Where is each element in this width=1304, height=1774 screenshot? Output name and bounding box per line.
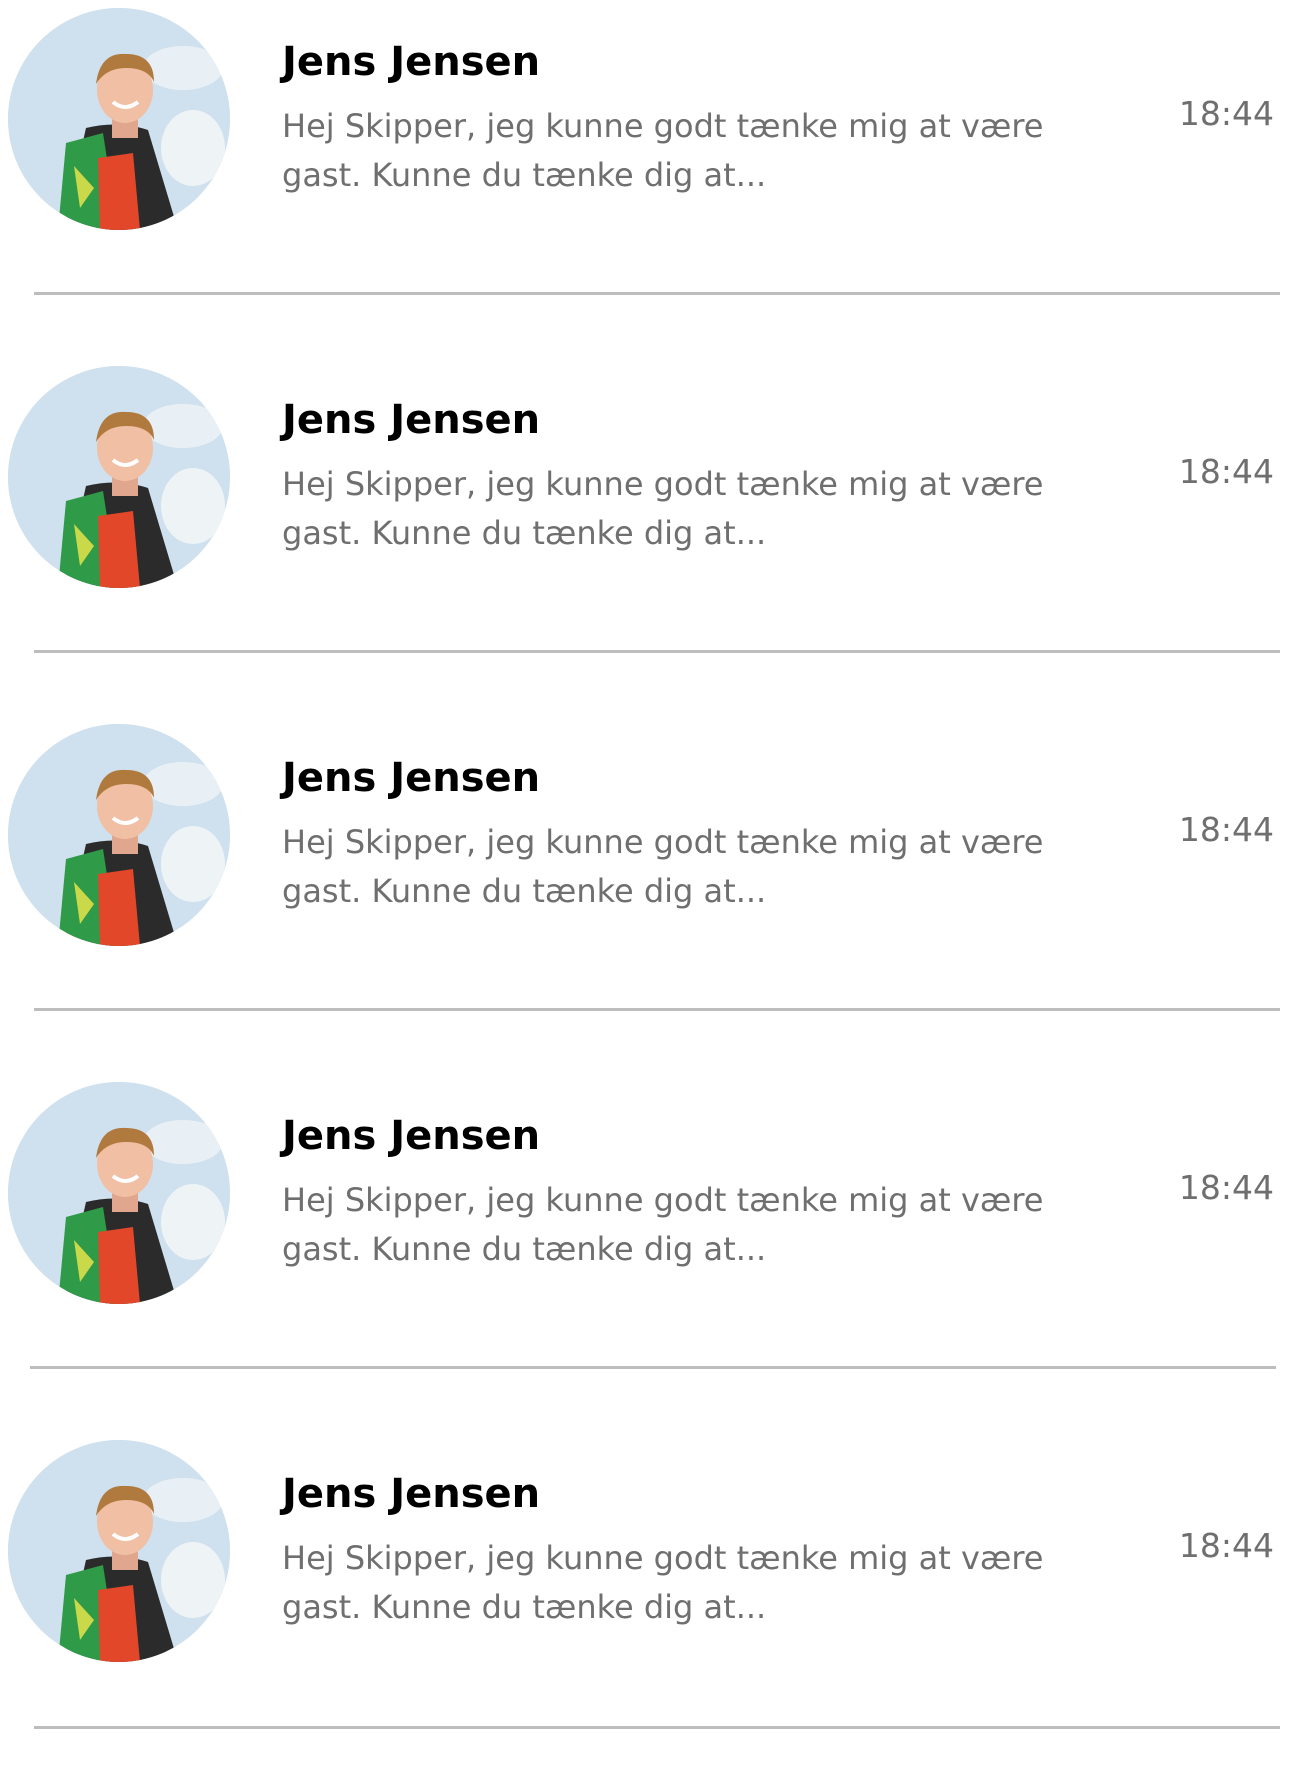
conversation-list: Jens Jensen Hej Skipper, jeg kunne godt …: [0, 0, 1304, 1774]
message-preview: Hej Skipper, jeg kunne godt tænke mig at…: [282, 1539, 1044, 1626]
divider: [34, 650, 1280, 653]
contact-name: Jens Jensen: [282, 397, 541, 443]
avatar: [8, 366, 230, 588]
message-preview: Hej Skipper, jeg kunne godt tænke mig at…: [282, 465, 1044, 552]
contact-name: Jens Jensen: [282, 1471, 541, 1517]
conversation-row[interactable]: Jens Jensen Hej Skipper, jeg kunne godt …: [0, 1432, 1304, 1752]
user-photo-avatar-icon: [8, 1082, 230, 1304]
message-preview: Hej Skipper, jeg kunne godt tænke mig at…: [282, 823, 1044, 910]
divider: [34, 1008, 1280, 1011]
divider: [34, 1726, 1280, 1729]
message-time: 18:44: [1178, 452, 1274, 491]
user-photo-avatar-icon: [8, 366, 230, 588]
message-preview: Hej Skipper, jeg kunne godt tænke mig at…: [282, 1181, 1044, 1268]
conversation-row[interactable]: Jens Jensen Hej Skipper, jeg kunne godt …: [0, 358, 1304, 678]
message-time: 18:44: [1178, 1168, 1274, 1207]
user-photo-avatar-icon: [8, 8, 230, 230]
user-photo-avatar-icon: [8, 724, 230, 946]
user-photo-avatar-icon: [8, 1440, 230, 1662]
message-time: 18:44: [1178, 1526, 1274, 1565]
message-preview: Hej Skipper, jeg kunne godt tænke mig at…: [282, 107, 1044, 194]
avatar: [8, 8, 230, 230]
message-time: 18:44: [1178, 810, 1274, 849]
contact-name: Jens Jensen: [282, 755, 541, 801]
avatar: [8, 724, 230, 946]
conversation-row[interactable]: Jens Jensen Hej Skipper, jeg kunne godt …: [0, 0, 1304, 320]
avatar: [8, 1082, 230, 1304]
divider: [34, 292, 1280, 295]
contact-name: Jens Jensen: [282, 1113, 541, 1159]
conversation-row[interactable]: Jens Jensen Hej Skipper, jeg kunne godt …: [0, 1074, 1304, 1394]
contact-name: Jens Jensen: [282, 39, 541, 85]
conversation-row[interactable]: Jens Jensen Hej Skipper, jeg kunne godt …: [0, 716, 1304, 1036]
avatar: [8, 1440, 230, 1662]
divider: [30, 1366, 1276, 1369]
message-time: 18:44: [1178, 94, 1274, 133]
